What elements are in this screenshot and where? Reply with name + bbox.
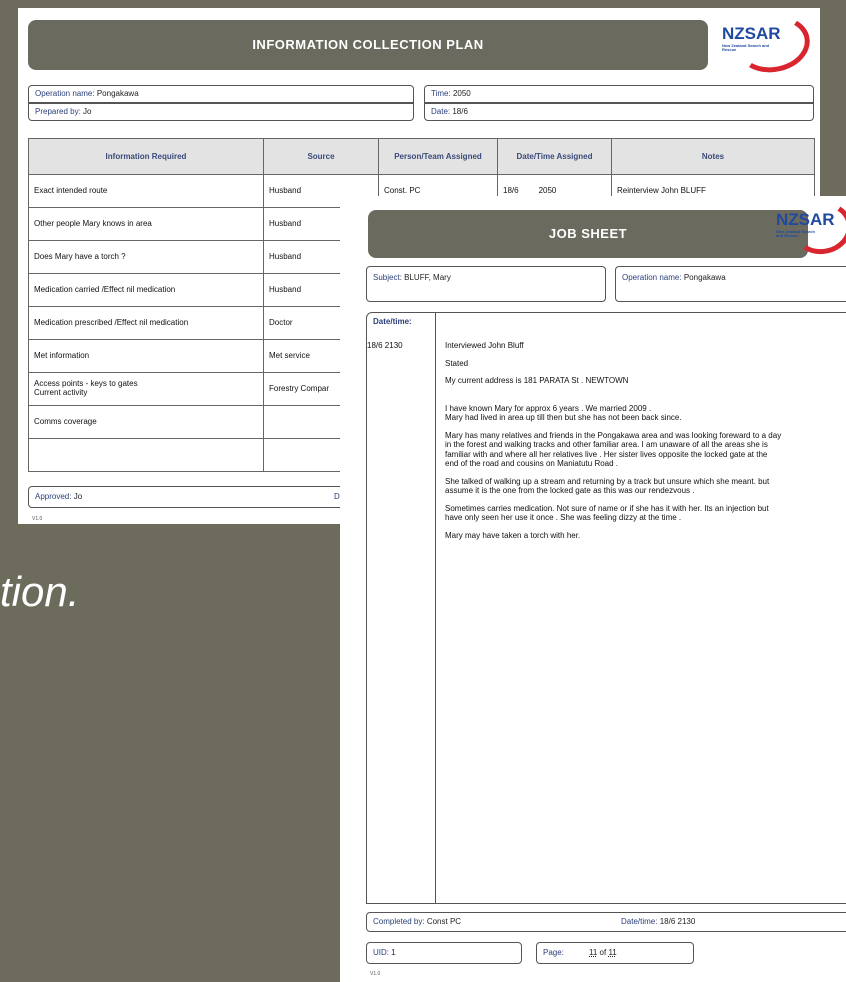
icp-version: V1.0 bbox=[32, 516, 43, 522]
logo-name: NZSAR bbox=[776, 210, 835, 229]
notes-divider bbox=[435, 313, 436, 903]
cell-information-required: Does Mary have a torch ? bbox=[28, 240, 264, 274]
icp-time-value: 2050 bbox=[452, 89, 471, 98]
cell-information-required: Other people Mary knows in area bbox=[28, 207, 264, 241]
page-value: 11 bbox=[589, 948, 598, 957]
icp-operation-label: Operation name: bbox=[35, 89, 95, 98]
logo-subtitle: New Zealand Search and Rescue bbox=[776, 229, 815, 239]
job-version: V1.0 bbox=[370, 971, 381, 977]
completed-datetime-value: 18/6 2130 bbox=[659, 917, 696, 926]
icp-time-label: Time: bbox=[431, 89, 451, 98]
note-paragraph: Interviewed John Bluff bbox=[445, 341, 524, 350]
logo-name: NZSAR bbox=[722, 24, 781, 43]
col-date-time-assigned: Date/Time Assigned bbox=[497, 138, 612, 175]
col-notes: Notes bbox=[611, 138, 815, 175]
job-subject-field: Subject: BLUFF, Mary bbox=[366, 266, 606, 302]
note-paragraph: Mary may have taken a torch with her. bbox=[445, 530, 581, 540]
cell-information-required: Access points - keys to gates Current ac… bbox=[28, 372, 264, 406]
note-paragraph: I have known Mary for approx 6 years . W… bbox=[445, 403, 682, 423]
job-sheet-title: JOB SHEET bbox=[368, 210, 808, 258]
icp-prepared-value: Jo bbox=[83, 107, 92, 116]
col-person-team: Person/Team Assigned bbox=[378, 138, 498, 175]
job-operation-label: Operation name: bbox=[622, 273, 682, 282]
completed-datetime-label: Date/time: bbox=[621, 917, 658, 926]
col-source: Source bbox=[263, 138, 379, 175]
job-subject-label: Subject: bbox=[373, 273, 402, 282]
col-information-required: Information Required bbox=[28, 138, 264, 175]
page-total: 11 bbox=[608, 948, 617, 957]
cell-information-required: Exact intended route bbox=[28, 174, 264, 208]
page-of: of bbox=[599, 948, 607, 957]
cell-information-required: Medication carried /Effect nil medicatio… bbox=[28, 273, 264, 307]
nzsar-logo: NZSAR New Zealand Search and Rescue bbox=[768, 197, 846, 259]
job-sheet: JOB SHEET NZSAR New Zealand Search and R… bbox=[340, 196, 846, 982]
icp-approved-label: Approved: bbox=[35, 492, 72, 501]
datetime-label: Date/time: bbox=[373, 317, 412, 326]
job-uid-field: UID: 1 bbox=[366, 942, 522, 964]
job-operation-field: Operation name: Pongakawa bbox=[615, 266, 846, 302]
note-paragraph: Sometimes carries medication. Not sure o… bbox=[445, 503, 769, 523]
icp-date-label: Date: bbox=[431, 107, 451, 116]
icp-prepared-field: Prepared by: Jo bbox=[28, 103, 414, 121]
job-notes-text: Interviewed John Bluff Stated My current a… bbox=[445, 341, 846, 548]
icp-operation-value: Pongakawa bbox=[96, 89, 139, 98]
cell-information-required: Met information bbox=[28, 339, 264, 373]
note-paragraph: She talked of walking up a stream and re… bbox=[445, 476, 770, 496]
note-paragraph: Mary has many relatives and friends in t… bbox=[445, 430, 782, 469]
completed-label: Completed by: bbox=[373, 917, 425, 926]
cell-information-required: Comms coverage bbox=[28, 405, 264, 439]
cell-date: 18/6 bbox=[503, 185, 519, 195]
icp-date-field: Date: 18/6 bbox=[424, 103, 814, 121]
icp-approved-value: Jo bbox=[73, 492, 83, 501]
note-paragraph: Stated bbox=[445, 358, 469, 368]
nzsar-logo: NZSAR New Zealand Search and Rescue bbox=[714, 10, 815, 78]
cell-information-required: Medication prescribed /Effect nil medica… bbox=[28, 306, 264, 340]
datetime-value: 18/6 2130 bbox=[367, 341, 403, 350]
job-notes-box: Date/time: 18/6 2130 Interviewed John Bl… bbox=[366, 312, 846, 904]
job-operation-value: Pongakawa bbox=[683, 273, 726, 282]
uid-value: 1 bbox=[391, 948, 396, 957]
cell-time: 2050 bbox=[538, 185, 557, 195]
cell-information-required bbox=[28, 438, 264, 472]
completed-value: Const PC bbox=[426, 917, 462, 926]
job-page-field: Page: 11 of 11 bbox=[536, 942, 694, 964]
logo-subtitle: New Zealand Search and Rescue bbox=[722, 43, 770, 53]
page-label: Page: bbox=[543, 948, 564, 957]
job-completed-field: Completed by: Const PC Date/time: 18/6 2… bbox=[366, 912, 846, 932]
uid-label: UID: bbox=[373, 948, 389, 957]
background-caption-fragment-bottom: tion. bbox=[0, 568, 80, 615]
icp-date-value: 18/6 bbox=[452, 107, 468, 116]
icp-title: INFORMATION COLLECTION PLAN bbox=[28, 20, 708, 70]
icp-prepared-label: Prepared by: bbox=[35, 107, 81, 116]
icp-time-field: Time: 2050 bbox=[424, 85, 814, 103]
job-subject-value: BLUFF, Mary bbox=[404, 273, 451, 282]
note-paragraph: My current address is 181 PARATA St . NE… bbox=[445, 376, 629, 385]
icp-operation-field: Operation name: Pongakawa bbox=[28, 85, 414, 103]
